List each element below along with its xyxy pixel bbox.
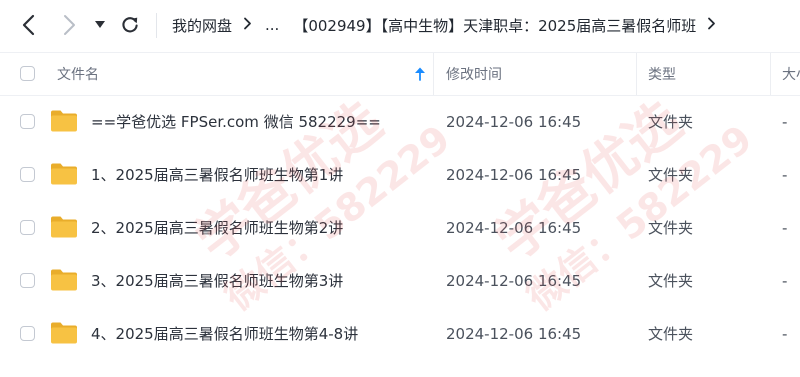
select-all-checkbox[interactable] xyxy=(20,66,35,81)
caret-down-icon xyxy=(95,21,105,28)
column-header-size-label: 大小 xyxy=(782,67,800,83)
chevron-left-icon xyxy=(22,14,35,36)
folder-icon xyxy=(51,269,77,291)
column-header-name-label: 文件名 xyxy=(57,67,99,83)
column-divider[interactable] xyxy=(770,53,771,95)
row-checkbox[interactable] xyxy=(20,326,35,341)
file-type: 文件夹 xyxy=(648,166,694,184)
file-list-header: 文件名 修改时间 类型 大小 xyxy=(0,52,800,96)
breadcrumb: 我的网盘 ... 【002949】【高中生物】天津职卓：2025届高三暑假名师班 xyxy=(172,0,716,50)
file-row[interactable]: ==学爸优选 FPSer.com 微信 582229== 2024-12-06 … xyxy=(0,95,800,148)
breadcrumb-expand-icon[interactable] xyxy=(707,16,716,34)
row-checkbox[interactable] xyxy=(20,220,35,235)
file-modified: 2024-12-06 16:45 xyxy=(446,112,582,131)
file-size: - xyxy=(782,165,788,184)
file-row[interactable]: 4、2025届高三暑假名师班生物第4-8讲 2024-12-06 16:45 文… xyxy=(0,307,800,360)
file-modified: 2024-12-06 16:45 xyxy=(446,165,582,184)
column-header-name[interactable]: 文件名 xyxy=(57,53,99,95)
file-type: 文件夹 xyxy=(648,113,694,131)
back-button[interactable] xyxy=(16,10,42,40)
column-divider[interactable] xyxy=(433,53,434,95)
file-name: ==学爸优选 FPSer.com 微信 582229== xyxy=(91,113,381,131)
column-header-size[interactable]: 大小 xyxy=(782,53,800,95)
folder-icon xyxy=(51,110,77,132)
column-header-type[interactable]: 类型 xyxy=(648,53,676,95)
breadcrumb-current-folder[interactable]: 【002949】【高中生物】天津职卓：2025届高三暑假名师班 xyxy=(293,15,696,36)
file-type: 文件夹 xyxy=(648,272,694,290)
file-name: 4、2025届高三暑假名师班生物第4-8讲 xyxy=(91,325,359,343)
column-divider[interactable] xyxy=(636,53,637,95)
file-modified: 2024-12-06 16:45 xyxy=(446,218,582,237)
file-size: - xyxy=(782,112,788,131)
breadcrumb-root[interactable]: 我的网盘 xyxy=(172,15,232,36)
column-header-modified-label: 修改时间 xyxy=(446,67,502,83)
file-size: - xyxy=(782,324,788,343)
history-dropdown-button[interactable] xyxy=(89,10,111,40)
column-header-type-label: 类型 xyxy=(648,67,676,83)
file-size: - xyxy=(782,271,788,290)
folder-icon xyxy=(51,216,77,238)
file-modified: 2024-12-06 16:45 xyxy=(446,324,582,343)
top-nav-bar: 我的网盘 ... 【002949】【高中生物】天津职卓：2025届高三暑假名师班 xyxy=(0,0,800,50)
file-size: - xyxy=(782,218,788,237)
file-row[interactable]: 1、2025届高三暑假名师班生物第1讲 2024-12-06 16:45 文件夹… xyxy=(0,148,800,201)
breadcrumb-ellipsis[interactable]: ... xyxy=(265,16,279,34)
row-checkbox[interactable] xyxy=(20,273,35,288)
file-row[interactable]: 2、2025届高三暑假名师班生物第2讲 2024-12-06 16:45 文件夹… xyxy=(0,201,800,254)
refresh-icon xyxy=(122,17,138,33)
chevron-right-icon xyxy=(64,15,75,35)
breadcrumb-separator-icon xyxy=(243,16,252,34)
file-type: 文件夹 xyxy=(648,325,694,343)
row-checkbox[interactable] xyxy=(20,167,35,182)
folder-icon xyxy=(51,322,77,344)
file-name: 3、2025届高三暑假名师班生物第3讲 xyxy=(91,272,344,290)
row-checkbox[interactable] xyxy=(20,114,35,129)
folder-icon xyxy=(51,163,77,185)
file-modified: 2024-12-06 16:45 xyxy=(446,271,582,290)
forward-button[interactable] xyxy=(56,10,82,40)
file-name: 1、2025届高三暑假名师班生物第1讲 xyxy=(91,166,344,184)
file-type: 文件夹 xyxy=(648,219,694,237)
column-header-modified[interactable]: 修改时间 xyxy=(446,53,502,95)
refresh-button[interactable] xyxy=(117,10,143,40)
toolbar-divider xyxy=(156,13,157,38)
file-list: ==学爸优选 FPSer.com 微信 582229== 2024-12-06 … xyxy=(0,95,800,360)
file-name: 2、2025届高三暑假名师班生物第2讲 xyxy=(91,219,344,237)
sort-ascending-icon[interactable] xyxy=(414,67,426,81)
file-row[interactable]: 3、2025届高三暑假名师班生物第3讲 2024-12-06 16:45 文件夹… xyxy=(0,254,800,307)
